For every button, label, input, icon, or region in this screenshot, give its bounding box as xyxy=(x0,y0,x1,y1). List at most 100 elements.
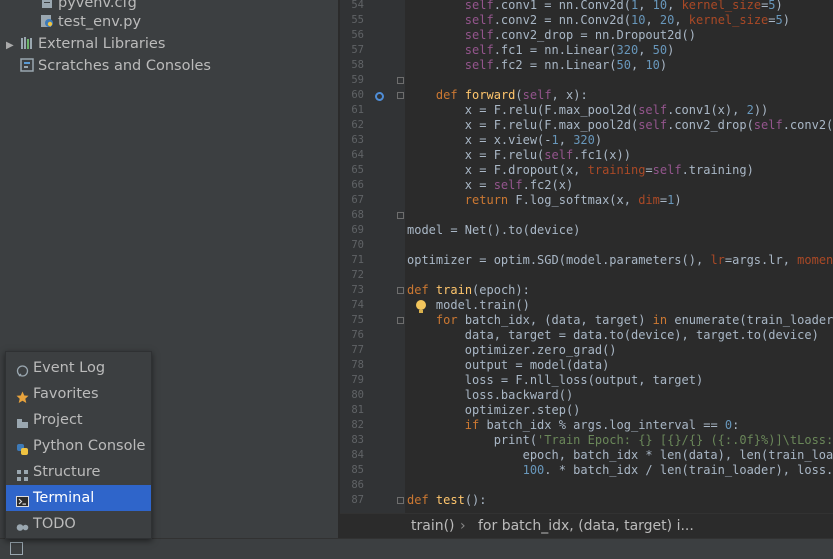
code-line[interactable]: 82 if batch_idx % args.log_interval == 0… xyxy=(340,418,833,433)
line-number: 84 xyxy=(351,449,364,461)
code-line[interactable]: 85 100. * batch_idx / len(train_loader),… xyxy=(340,463,833,478)
code-line[interactable]: 63 x = x.view(-1, 320) xyxy=(340,133,833,148)
code-line[interactable]: 84 epoch, batch_idx * len(data), len(tra… xyxy=(340,448,833,463)
line-number: 72 xyxy=(351,269,364,281)
line-number: 69 xyxy=(351,224,364,236)
code-line[interactable]: 66 x = self.fc2(x) xyxy=(340,178,833,193)
code-text: self.fc2 = nn.Linear(50, 10) xyxy=(464,58,668,72)
popup-item-label: Favorites xyxy=(33,386,99,402)
code-line[interactable]: 72 xyxy=(340,268,833,283)
code-text: x = F.dropout(x, training=self.training) xyxy=(407,163,754,177)
override-marker-icon[interactable] xyxy=(375,92,384,101)
code-editor[interactable]: 54 self.conv1 = nn.Conv2d(1, 10, kernel_… xyxy=(340,0,833,513)
fold-marker-icon[interactable] xyxy=(397,92,404,99)
fold-marker-icon[interactable] xyxy=(397,287,404,294)
line-number: 67 xyxy=(351,194,364,206)
python-icon xyxy=(16,439,29,455)
popup-item-label: Event Log xyxy=(33,360,106,376)
popup-item-structure[interactable]: Structure xyxy=(6,459,151,485)
code-line[interactable]: 60 def forward(self, x): xyxy=(340,88,833,103)
popup-item-label: Python Console xyxy=(33,438,146,454)
code-line[interactable]: 59 xyxy=(340,73,833,88)
line-number: 74 xyxy=(351,299,364,311)
code-text: loss.backward() xyxy=(407,388,574,402)
line-number: 79 xyxy=(351,374,364,386)
code-text: self.conv2_drop = nn.Dropout2d() xyxy=(464,28,696,42)
code-line[interactable]: 61 x = F.relu(F.max_pool2d(self.conv1(x)… xyxy=(340,103,833,118)
tool-windows-toggle-icon[interactable] xyxy=(10,542,23,555)
code-text: x = self.fc2(x) xyxy=(407,178,574,192)
code-line[interactable]: 78 output = model(data) xyxy=(340,358,833,373)
tree-item-label: test_env.py xyxy=(58,14,142,30)
code-line[interactable]: 67 return F.log_softmax(x, dim=1) xyxy=(340,193,833,208)
code-line[interactable]: 71 optimizer = optim.SGD(model.parameters… xyxy=(340,253,833,268)
code-text: if batch_idx % args.log_interval == 0: xyxy=(464,418,740,432)
code-line[interactable]: 62 x = F.relu(F.max_pool2d(self.conv2_dr… xyxy=(340,118,833,133)
breadcrumb-loop[interactable]: for batch_idx, (data, target) i... xyxy=(478,514,694,538)
fold-marker-icon[interactable] xyxy=(397,77,404,84)
tree-item-label: External Libraries xyxy=(38,36,166,52)
intention-bulb-icon[interactable] xyxy=(415,299,427,315)
line-number: 56 xyxy=(351,29,364,41)
popup-item-favorites[interactable]: Favorites xyxy=(6,381,151,407)
code-line[interactable]: 54 self.conv1 = nn.Conv2d(1, 10, kernel_… xyxy=(340,0,833,13)
code-line[interactable]: 64 x = F.relu(self.fc1(x)) xyxy=(340,148,833,163)
line-number: 77 xyxy=(351,344,364,356)
fold-marker-icon[interactable] xyxy=(397,212,404,219)
code-line[interactable]: 73 def train(epoch): xyxy=(340,283,833,298)
popup-item-project[interactable]: Project xyxy=(6,407,151,433)
popup-item-label: Structure xyxy=(33,464,101,480)
fold-marker-icon[interactable] xyxy=(397,317,404,324)
popup-item-todo[interactable]: TODO xyxy=(6,511,151,537)
popup-item-label: TODO xyxy=(33,516,76,532)
code-line[interactable]: 68 xyxy=(340,208,833,223)
code-line[interactable]: 76 data, target = data.to(device), targe… xyxy=(340,328,833,343)
line-number: 59 xyxy=(351,74,364,86)
fold-marker-icon[interactable] xyxy=(397,497,404,504)
chevron-right-icon[interactable]: ▶ xyxy=(6,35,20,57)
code-text: 100. * batch_idx / len(train_loader), lo… xyxy=(522,463,833,477)
code-text: def forward(self, x): xyxy=(435,88,588,102)
code-line[interactable]: 80 loss.backward() xyxy=(340,388,833,403)
code-line[interactable]: 86 xyxy=(340,478,833,493)
code-text: optimizer = optim.SGD(model.parameters()… xyxy=(407,253,833,267)
line-number: 81 xyxy=(351,404,364,416)
code-text: model = Net().to(device) xyxy=(407,223,581,237)
code-line[interactable]: 55 self.conv2 = nn.Conv2d(10, 20, kernel… xyxy=(340,13,833,28)
popup-item-terminal[interactable]: Terminal xyxy=(6,485,151,511)
code-line[interactable]: 87 def test(): xyxy=(340,493,833,508)
code-text: data, target = data.to(device), target.t… xyxy=(407,328,819,342)
code-text: optimizer.step() xyxy=(407,403,581,417)
code-line[interactable]: 58 self.fc2 = nn.Linear(50, 10) xyxy=(340,58,833,73)
code-line[interactable]: 56 self.conv2_drop = nn.Dropout2d() xyxy=(340,28,833,43)
line-number: 54 xyxy=(351,0,364,11)
code-text: return F.log_softmax(x, dim=1) xyxy=(464,193,682,207)
line-number: 85 xyxy=(351,464,364,476)
line-number: 87 xyxy=(351,494,364,506)
code-text: epoch, batch_idx * len(data), len(train_… xyxy=(407,448,833,462)
tree-item-test-env[interactable]: test_env.py xyxy=(40,11,141,33)
code-line[interactable]: 75 for batch_idx, (data, target) in enum… xyxy=(340,313,833,328)
code-text: loss = F.nll_loss(output, target) xyxy=(407,373,704,387)
tree-item-external-libraries[interactable]: ▶ External Libraries xyxy=(6,33,165,55)
status-bar xyxy=(0,538,833,559)
popup-item-event-log[interactable]: Event Log xyxy=(6,355,151,381)
line-number: 73 xyxy=(351,284,364,296)
breadcrumb-function[interactable]: train() xyxy=(411,514,455,538)
tree-item-scratches[interactable]: Scratches and Consoles xyxy=(20,55,211,77)
code-line[interactable]: 81 optimizer.step() xyxy=(340,403,833,418)
code-text: self.conv2 = nn.Conv2d(10, 20, kernel_si… xyxy=(464,13,790,27)
code-line[interactable]: 83 print('Train Epoch: {} [{}/{} ({:.0f}… xyxy=(340,433,833,448)
code-line[interactable]: 79 loss = F.nll_loss(output, target) xyxy=(340,373,833,388)
code-line[interactable]: 70 xyxy=(340,238,833,253)
popup-item-python-console[interactable]: Python Console xyxy=(6,433,151,459)
code-line[interactable]: 57 self.fc1 = nn.Linear(320, 50) xyxy=(340,43,833,58)
code-line[interactable]: 77 optimizer.zero_grad() xyxy=(340,343,833,358)
code-line[interactable]: 69 model = Net().to(device) xyxy=(340,223,833,238)
code-line[interactable]: 74 model.train() xyxy=(340,298,833,313)
code-line[interactable]: 65 x = F.dropout(x, training=self.traini… xyxy=(340,163,833,178)
line-number: 60 xyxy=(351,89,364,101)
line-number: 63 xyxy=(351,134,364,146)
line-number: 70 xyxy=(351,239,364,251)
code-text: def test(): xyxy=(407,493,487,507)
